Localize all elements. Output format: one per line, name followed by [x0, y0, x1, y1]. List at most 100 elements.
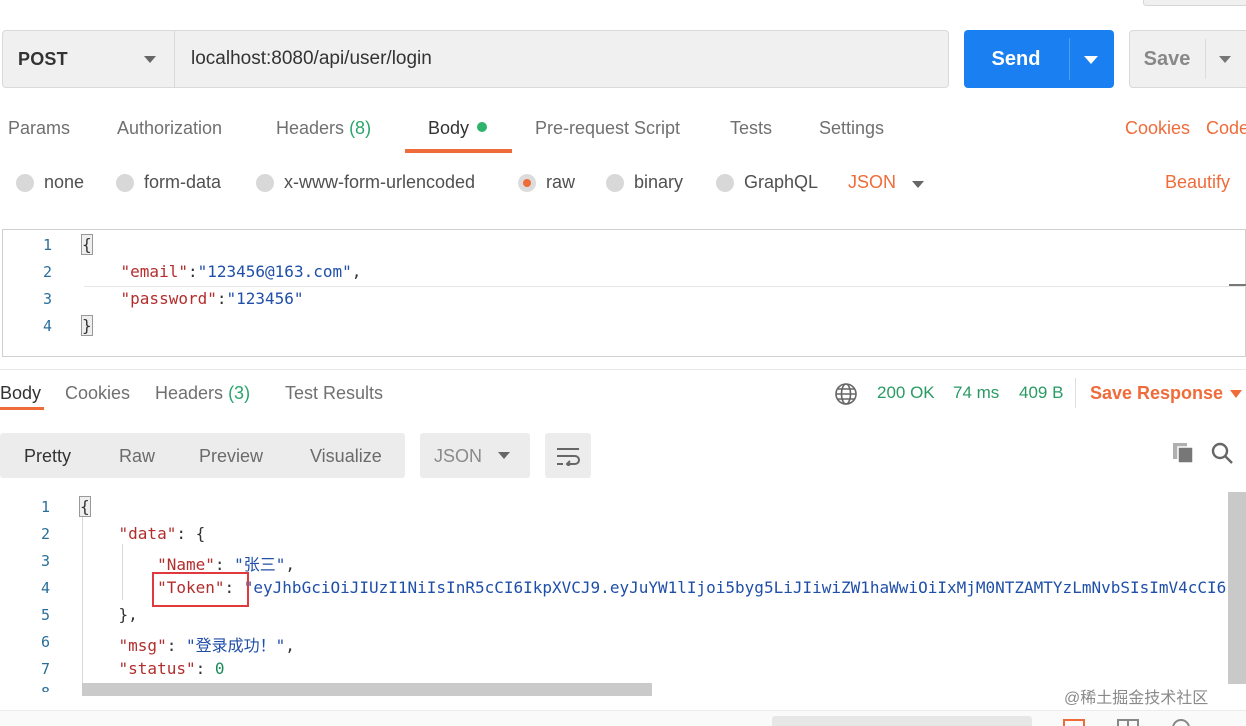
chevron-down-icon [144, 56, 156, 63]
send-options-chevron-icon[interactable] [1084, 56, 1098, 64]
radio-binary[interactable]: binary [606, 172, 683, 193]
radio-form-data-label: form-data [144, 172, 222, 192]
vertical-scrollbar[interactable] [1228, 492, 1246, 684]
horizontal-scrollbar[interactable] [82, 683, 652, 696]
tab-settings-label: Settings [819, 118, 885, 138]
tab-tests[interactable]: Tests [730, 118, 772, 139]
code-line: "email":"123456@163.com", [120, 262, 362, 281]
save-divider [1205, 39, 1206, 79]
save-button[interactable]: Save [1129, 30, 1246, 88]
response-time: 74 ms [953, 383, 1000, 402]
url-input[interactable]: localhost:8080/api/user/login [174, 30, 949, 88]
json-key: "msg" [118, 636, 167, 655]
code-line: "data": { [118, 524, 206, 543]
resp-tab-cookies[interactable]: Cookies [65, 383, 130, 404]
code-link[interactable]: Code [1206, 118, 1246, 139]
json-string: "登录成功！" [185, 636, 286, 655]
body-format-select[interactable]: JSON [848, 172, 896, 193]
chevron-down-icon[interactable] [1230, 390, 1242, 398]
cookies-link[interactable]: Cookies [1125, 118, 1190, 139]
radio-none[interactable]: none [16, 172, 84, 193]
active-line-highlight [84, 286, 1246, 287]
open-brace: { [79, 496, 91, 517]
resp-tab-headers[interactable]: Headers (3) [155, 383, 250, 404]
wrap-lines-button[interactable] [545, 433, 591, 478]
code-line: "password":"123456" [120, 289, 304, 308]
line-number: 8 [20, 684, 50, 692]
line-number: 4 [42, 317, 52, 335]
json-string: "eyJhbGciOiJIUzI1NiIsInR5cCI6IkpXVCJ9.ey… [243, 578, 1227, 597]
tab-prerequest-label: Pre-request Script [535, 118, 681, 138]
radio-form-data[interactable]: form-data [116, 172, 221, 193]
status-bar-segment [772, 716, 1032, 726]
globe-icon[interactable] [834, 382, 858, 406]
line-number: 2 [40, 525, 50, 543]
chevron-down-icon[interactable] [912, 181, 924, 188]
view-raw-button[interactable]: Raw [119, 446, 155, 467]
line-number: 7 [40, 660, 50, 678]
line-number: 4 [40, 579, 50, 597]
json-string: "123456@163.com" [197, 262, 352, 281]
url-value: localhost:8080/api/user/login [191, 48, 432, 69]
token-highlight-box [152, 572, 249, 607]
view-pretty-button[interactable]: Pretty [24, 446, 71, 467]
radio-circle-icon [16, 173, 34, 192]
tab-settings[interactable]: Settings [819, 118, 884, 139]
active-tab-underline [405, 149, 512, 153]
send-label: Send [991, 47, 1041, 70]
tab-authorization[interactable]: Authorization [117, 118, 222, 139]
radio-urlencoded[interactable]: x-www-form-urlencoded [256, 172, 475, 193]
radio-raw-label: raw [546, 172, 576, 192]
method-select[interactable]: POST [2, 30, 174, 88]
send-button[interactable]: Send [964, 30, 1114, 88]
send-divider [1069, 38, 1070, 80]
radio-raw[interactable]: raw [518, 172, 575, 193]
tab-headers-label: Headers [276, 118, 345, 138]
radio-graphql[interactable]: GraphQL [716, 172, 818, 193]
window-tab-fragment [1143, 0, 1246, 6]
divider [1075, 378, 1076, 408]
json-string: "123456" [226, 289, 304, 308]
view-visualize-button[interactable]: Visualize [310, 446, 382, 467]
resp-tab-test-results-label: Test Results [285, 383, 384, 403]
radio-circle-icon [256, 173, 274, 192]
tab-headers[interactable]: Headers (8) [276, 118, 371, 139]
line-number: 1 [42, 236, 52, 254]
view-preview-button[interactable]: Preview [199, 446, 263, 467]
columns-icon[interactable] [1117, 718, 1139, 726]
save-response-button[interactable]: Save Response [1090, 383, 1223, 404]
code-line: "Token": "eyJhbGciOiJIUzI1NiIsInR5cCI6Ik… [157, 578, 1227, 597]
open-brace: { [81, 234, 93, 255]
line-number: 1 [40, 498, 50, 516]
help-icon[interactable] [1170, 718, 1192, 726]
tab-body[interactable]: Body [428, 118, 488, 139]
status-bar [0, 710, 1246, 726]
tab-prerequest-script[interactable]: Pre-request Script [535, 118, 680, 139]
resp-tab-body[interactable]: Body [0, 383, 41, 404]
resp-tab-cookies-label: Cookies [65, 383, 131, 403]
method-label: POST [18, 48, 68, 69]
response-format-select[interactable]: JSON [420, 433, 530, 478]
section-divider [0, 369, 1246, 370]
save-options-chevron-icon[interactable] [1219, 56, 1231, 63]
tab-authorization-label: Authorization [117, 118, 223, 138]
tab-params-label: Params [8, 118, 71, 138]
code-line: { [81, 234, 93, 255]
radio-selected-icon [518, 173, 536, 192]
json-key: "status" [118, 659, 196, 678]
json-key: "password" [120, 289, 217, 308]
copy-icon[interactable] [1171, 441, 1195, 465]
code-line: "msg": "登录成功！", [118, 636, 295, 655]
tab-params[interactable]: Params [8, 118, 70, 139]
close-brace: } [81, 315, 93, 336]
search-icon[interactable] [1210, 441, 1234, 465]
layout-icon[interactable] [1063, 718, 1085, 726]
radio-binary-label: binary [634, 172, 684, 192]
code-line: } [81, 315, 93, 336]
line-number: 3 [42, 290, 52, 308]
resp-tab-test-results[interactable]: Test Results [285, 383, 383, 404]
beautify-link[interactable]: Beautify [1165, 172, 1230, 193]
code-line: { [79, 496, 91, 517]
json-number: 0 [214, 659, 225, 678]
line-number: 2 [42, 263, 52, 281]
